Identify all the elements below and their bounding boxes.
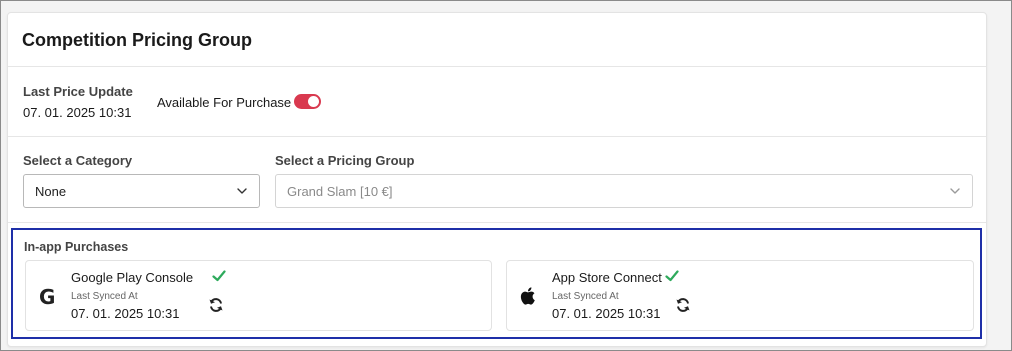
app-store-card: App Store Connect Last Synced At 07. 01.…	[506, 260, 974, 331]
last-synced-label: Last Synced At	[552, 291, 619, 302]
window-frame: Competition Pricing Group Last Price Upd…	[0, 0, 1012, 351]
card-header: Competition Pricing Group	[8, 13, 986, 67]
pricing-group-card: Competition Pricing Group Last Price Upd…	[7, 12, 987, 347]
store-name: Google Play Console	[71, 270, 194, 285]
check-icon	[212, 270, 226, 282]
apple-icon	[520, 287, 535, 305]
selects-row: Select a Category None Select a Pricing …	[8, 137, 986, 223]
google-play-store-card: G Google Play Console Last Synced At 07.…	[25, 260, 492, 331]
available-for-purchase-toggle[interactable]	[294, 94, 321, 109]
price-info-row: Last Price Update 07. 01. 2025 10:31 Ava…	[8, 67, 986, 137]
chevron-down-icon	[950, 188, 960, 194]
card-title: Competition Pricing Group	[22, 30, 252, 50]
last-synced-value: 07. 01. 2025 10:31	[71, 306, 180, 321]
refresh-icon[interactable]	[675, 297, 691, 313]
in-app-purchases-section: In-app Purchases G Google Play Console L…	[11, 228, 982, 339]
last-synced-value: 07. 01. 2025 10:31	[552, 306, 661, 321]
toggle-knob	[308, 96, 319, 107]
category-label: Select a Category	[23, 153, 133, 168]
google-icon: G	[39, 285, 55, 307]
category-select-value: None	[35, 184, 67, 199]
check-icon	[665, 270, 679, 282]
in-app-purchases-title: In-app Purchases	[24, 240, 129, 254]
pricing-group-label: Select a Pricing Group	[275, 153, 415, 168]
pricing-group-select-value: Grand Slam [10 €]	[287, 184, 393, 199]
last-price-update-label: Last Price Update	[23, 84, 133, 99]
available-for-purchase-label: Available For Purchase	[157, 95, 292, 110]
chevron-down-icon	[237, 188, 247, 194]
refresh-icon[interactable]	[208, 297, 224, 313]
store-name: App Store Connect	[552, 270, 662, 285]
category-select[interactable]: None	[23, 174, 260, 208]
last-synced-label: Last Synced At	[71, 291, 138, 302]
svg-text:G: G	[39, 285, 55, 307]
pricing-group-select: Grand Slam [10 €]	[275, 174, 973, 208]
last-price-update-value: 07. 01. 2025 10:31	[23, 105, 132, 120]
